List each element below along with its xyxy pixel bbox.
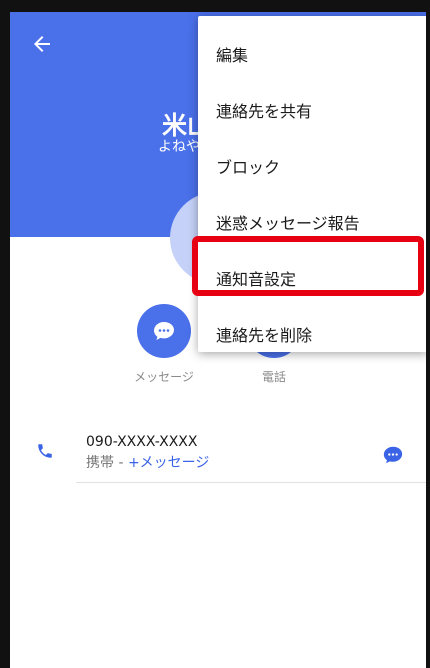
chat-bubble-icon[interactable]: [382, 444, 404, 466]
phone-number: 090-XXXX-XXXX: [86, 434, 198, 450]
menu-item-delete-contact[interactable]: 連絡先を削除: [198, 306, 426, 362]
menu-item-edit[interactable]: 編集: [198, 26, 426, 82]
message-action-circle[interactable]: [137, 304, 191, 358]
device-frame: 米山 よねや メッセージ 電話 090-XXXX-XXXX 携帯 - +メッセー…: [0, 0, 430, 668]
phone-icon[interactable]: [36, 442, 54, 460]
chat-bubble-icon: [154, 322, 174, 340]
call-action-label: 電話: [261, 370, 286, 384]
menu-item-block[interactable]: ブロック: [198, 138, 426, 194]
arrow-left-icon[interactable]: [30, 32, 54, 56]
phone-type-label: 携帯 -: [86, 455, 128, 471]
contact-screen: 米山 よねや メッセージ 電話 090-XXXX-XXXX 携帯 - +メッセー…: [10, 12, 426, 668]
phone-subline: 携帯 - +メッセージ: [86, 452, 209, 472]
phone-entry-row[interactable]: 090-XXXX-XXXX 携帯 - +メッセージ: [10, 420, 426, 480]
contact-reading: よねや: [158, 139, 200, 155]
message-action-label: メッセージ: [134, 370, 194, 384]
overflow-menu: 編集 連絡先を共有 ブロック 迷惑メッセージ報告 通知音設定 連絡先を削除: [198, 16, 426, 352]
row-divider: [76, 482, 426, 483]
menu-item-share-contact[interactable]: 連絡先を共有: [198, 82, 426, 138]
highlight-box: [192, 236, 424, 296]
plus-message-link[interactable]: +メッセージ: [128, 455, 209, 471]
